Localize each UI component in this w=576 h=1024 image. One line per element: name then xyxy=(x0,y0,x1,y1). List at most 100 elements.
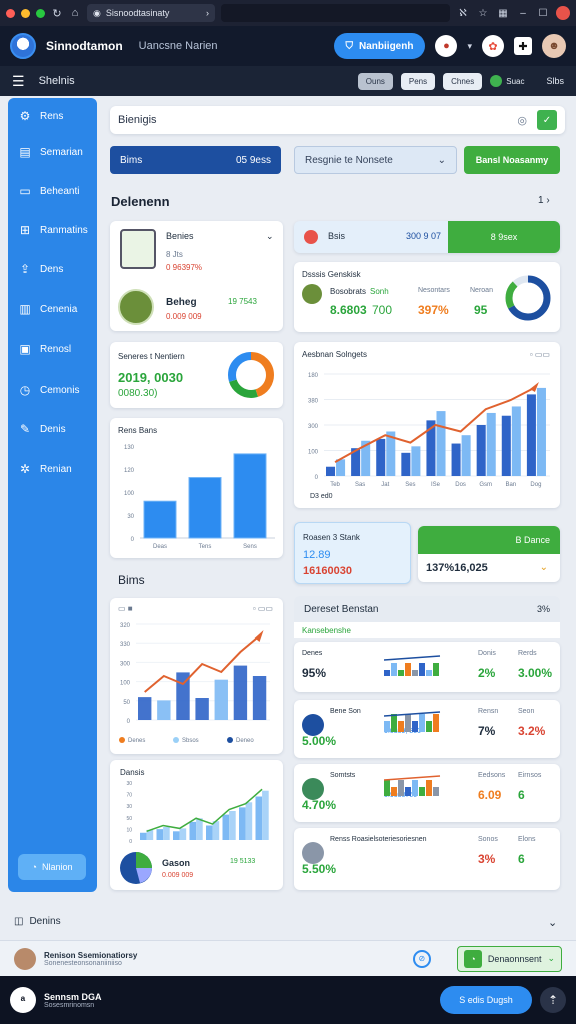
extensions-icon[interactable]: ▦ xyxy=(496,8,510,19)
overview-count[interactable]: 1 › xyxy=(538,195,550,206)
row-value: 95% xyxy=(302,666,327,680)
sidebar-item-label: Denis xyxy=(40,423,66,435)
sidebar-item-1[interactable]: ⚙ Rens xyxy=(8,104,97,128)
address-bar[interactable] xyxy=(221,4,450,22)
profile-name: Beheg xyxy=(166,297,197,308)
bar-series-1 xyxy=(326,466,336,476)
filter-chip-3[interactable]: Chnes xyxy=(443,72,483,90)
y-tick-label: 120 xyxy=(124,468,135,474)
subbar-right-label[interactable]: Slbs xyxy=(546,76,564,86)
stats-pill-green[interactable]: 8 9sex xyxy=(448,221,560,253)
upload-icon[interactable]: ⇡ xyxy=(540,987,566,1013)
sparkline-bar xyxy=(384,780,390,796)
y-tick-label: 130 xyxy=(124,445,135,451)
menu-icon[interactable]: ☰ xyxy=(12,73,25,90)
filter-chip-1[interactable]: Ouns xyxy=(357,72,393,90)
home-icon[interactable]: ⌂ xyxy=(69,7,81,19)
y-tick-label: 320 xyxy=(120,623,131,629)
maximize-dot[interactable] xyxy=(36,8,45,18)
bims-chart: 0 50 100 300 330 320 Denes Sbsos Deneo xyxy=(119,623,270,744)
sidebar-item-4[interactable]: ⊞ Ranmatins xyxy=(8,218,97,242)
row-col1-value: 6.09 xyxy=(478,788,502,802)
section-title-overview: Delenenn xyxy=(111,194,170,209)
sidebar-bottom-button[interactable]: ◔ Nlanion xyxy=(18,854,86,880)
compass-icon[interactable]: ⊘ xyxy=(412,949,431,968)
user-badge-icon[interactable]: ● xyxy=(435,35,458,57)
filter-select[interactable]: Resgnie te Nonsete ⌄ xyxy=(294,146,457,174)
app-logo[interactable] xyxy=(10,33,36,59)
sidebar-item-10[interactable]: ✲ Renian xyxy=(8,457,97,481)
footer-green-button[interactable]: ◔ Denaonnsent ⌄ xyxy=(456,945,562,972)
chip-label: Chnes xyxy=(451,76,475,86)
sparkline-bar xyxy=(384,670,390,676)
bookmark-star-icon[interactable]: ☆ xyxy=(476,8,490,19)
table-row[interactable]: Denes95%%Donis2%Rerds3.00% xyxy=(294,642,560,692)
sparkline-bar xyxy=(398,670,404,676)
stats-pill-label: Bsis xyxy=(328,231,346,241)
avatar[interactable] xyxy=(14,947,36,970)
translate-icon[interactable]: ℵ xyxy=(456,8,470,19)
dock-sub: Sosesmrinomsn xyxy=(44,1001,95,1009)
kpi-card: Dsssis Genskisk Bosobrats Sonh 8.6803 70… xyxy=(294,262,560,332)
table-row[interactable]: Somtsts4.70%0.9030760Eedsons6.09Eirnsos6 xyxy=(294,764,560,822)
sidebar-item-5[interactable]: ⇪ Dens xyxy=(8,257,97,281)
minimize-window-icon[interactable]: – xyxy=(516,8,530,19)
y-tick-label: 300 xyxy=(308,424,319,430)
y-tick-label: 70 xyxy=(126,793,132,799)
avatar[interactable]: ☻ xyxy=(542,34,566,58)
green-action-button[interactable]: Bansl Noasanmy xyxy=(464,146,560,174)
sidebar-item-6[interactable]: ▥ Cenenia xyxy=(8,297,97,321)
blue-filter-button[interactable]: Bims 05 9ess xyxy=(110,146,281,174)
sidebar-item-2[interactable]: ▤ Semarian xyxy=(8,140,97,164)
sparkline-bar xyxy=(391,787,397,796)
row-name: Renss Roasielsoteriesoriesnen xyxy=(330,836,427,843)
restore-window-icon[interactable]: ☐ xyxy=(536,8,550,19)
sidebar-item-label: Rens xyxy=(40,110,64,122)
header-action-button[interactable]: ⛉ Nanbiigenh xyxy=(333,33,426,59)
footer-label: Denins xyxy=(29,916,61,927)
y-tick-label: 30 xyxy=(126,804,132,810)
green-stat-header[interactable]: B Dance xyxy=(418,526,560,554)
filter-chip-2[interactable]: Pens xyxy=(400,72,436,90)
browser-tab[interactable]: ◉ Sisnoodtasinaty › xyxy=(87,4,215,22)
bar xyxy=(143,500,177,539)
y-tick-label: 50 xyxy=(123,700,130,706)
sparkline-bar xyxy=(426,780,432,796)
apps-icon[interactable]: ✚ xyxy=(514,37,532,55)
search-bar[interactable]: Bienigis ◎ ✓ xyxy=(110,106,565,134)
dansis-title: Dansis xyxy=(120,768,145,777)
refresh-icon[interactable]: ↻ xyxy=(51,7,63,20)
chevron-down-icon[interactable]: ▾ xyxy=(467,41,472,52)
dock-primary-button[interactable]: S edis Dugsh xyxy=(440,986,532,1014)
search-icon[interactable]: ◎ xyxy=(517,114,527,127)
close-dot[interactable] xyxy=(6,8,15,18)
chart-options[interactable]: ▫ ▭▭ xyxy=(253,604,273,613)
sidebar-item-3[interactable]: ▭ Beheanti xyxy=(8,179,97,203)
filter-chip-4[interactable]: Suac xyxy=(490,73,524,90)
bar-series-1 xyxy=(476,425,486,476)
sidebar-item-9[interactable]: ✎ Denis xyxy=(8,417,97,441)
chart-toggle[interactable]: ▭ ■ xyxy=(118,604,133,613)
kpi-col4-value: 95 xyxy=(474,303,488,317)
table-row[interactable]: Renss Roasielsoteriesoriesnen 5.50% Sonos 3… xyxy=(294,828,560,890)
minimize-dot[interactable] xyxy=(21,8,30,18)
stats-pill-green-label: 8 9sex xyxy=(490,232,518,242)
confirm-icon[interactable]: ✓ xyxy=(537,110,557,130)
x-tick-label: ISe xyxy=(431,482,441,488)
table-subtitle: Kansebenshe xyxy=(294,622,560,638)
chart-options[interactable]: ▫ ▭▭ xyxy=(530,350,550,359)
sidebar-item-label: Ranmatins xyxy=(40,224,88,236)
bar xyxy=(214,679,228,720)
sidebar-item-8[interactable]: ◷ Cemonis xyxy=(8,378,97,402)
bar-series-1 xyxy=(206,825,213,840)
notification-icon[interactable]: ✿ xyxy=(482,35,504,57)
profile-icon[interactable] xyxy=(556,6,570,20)
sparkline-bar xyxy=(433,787,439,796)
y-tick-label: 30 xyxy=(126,781,132,787)
table-row[interactable]: Bene Son5.00%0.0309, 300Rensn7%Seon3.2% xyxy=(294,700,560,758)
x-tick-label: Ban xyxy=(505,482,516,488)
sidebar-item-7[interactable]: ▣ Renosl xyxy=(8,337,97,361)
chevron-down-icon[interactable]: ⌄ xyxy=(548,916,557,929)
chevron-down-icon[interactable]: ⌄ xyxy=(266,231,274,242)
app-launcher-icon[interactable]: ᵃ xyxy=(10,987,36,1013)
